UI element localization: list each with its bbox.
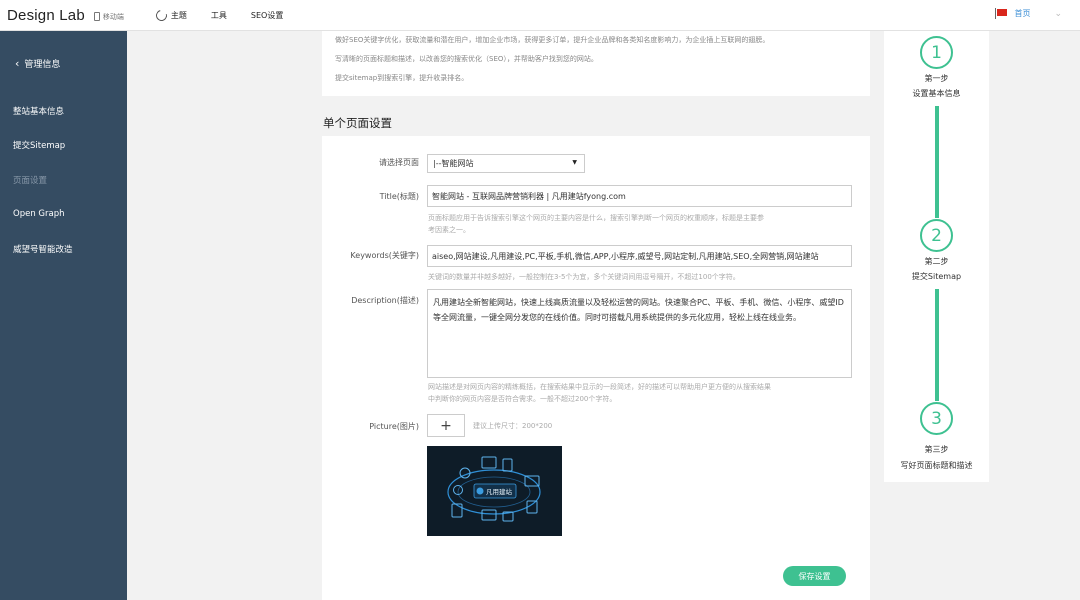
preview-logo-text: 凡用建站 xyxy=(486,487,513,496)
step-connector xyxy=(935,289,939,401)
description-hint: 网站描述是对网页内容的精练概括，在搜索结果中显示的一段简述，好的描述可以帮助用户… xyxy=(428,381,771,405)
step-1-title: 设置基本信息 xyxy=(912,89,961,98)
sidebar: ‹ 管理信息 整站基本信息 提交Sitemap 页面设置 Open Graph … xyxy=(0,31,127,600)
chevron-left-icon: ‹ xyxy=(15,57,20,70)
steps-panel: 1 第一步 设置基本信息 2 第二步 提交Sitemap 3 第三步 写好页面标… xyxy=(884,31,989,482)
sidebar-item-page-settings[interactable]: 页面设置 xyxy=(13,174,47,186)
step-2-label: 第二步 xyxy=(924,257,949,266)
step-1-circle: 1 xyxy=(920,36,953,69)
preview-illustration: 凡用建站 xyxy=(427,446,562,536)
description-hint-line: 网站描述是对网页内容的精练概括，在搜索结果中显示的一段简述，好的描述可以帮助用户… xyxy=(428,383,771,391)
description-hint-line: 中判断你的网页内容是否符合需求。一般不超过200个字符。 xyxy=(428,395,617,403)
back-to-manage[interactable]: ‹ 管理信息 xyxy=(15,57,60,70)
sidebar-item-site-info[interactable]: 整站基本信息 xyxy=(13,105,64,117)
picture-preview[interactable]: 凡用建站 xyxy=(427,446,562,536)
caret-down-icon: ▼ xyxy=(572,159,577,166)
home-link[interactable]: 首页 xyxy=(1014,8,1030,19)
step-connector xyxy=(935,106,939,218)
page-select[interactable]: |--智能网站 ▼ xyxy=(427,154,585,173)
nav-tools[interactable]: 工具 xyxy=(211,10,227,21)
title-input[interactable]: 智能网站 - 互联网品牌营销利器 | 凡用建站fyong.com xyxy=(427,185,852,207)
keywords-label: Keywords(关键字) xyxy=(350,251,419,260)
step-3-label: 第三步 xyxy=(924,445,949,454)
expand-icon[interactable]: ⌄ xyxy=(1054,9,1062,19)
select-page-label: 请选择页面 xyxy=(379,158,419,167)
add-picture-button[interactable]: + xyxy=(427,414,465,437)
top-bar: Design Lab 移动端 主题 工具 SEO设置 首页 ⌄ xyxy=(0,0,1080,31)
sidebar-item-open-graph[interactable]: Open Graph xyxy=(13,209,64,219)
mobile-label: 移动端 xyxy=(102,12,124,21)
logo[interactable]: Design Lab xyxy=(7,7,85,24)
keywords-input[interactable]: aiseo,网站建设,凡用建设,PC,平板,手机,微信,APP,小程序,威望号,… xyxy=(427,245,852,267)
top-right-actions: 首页 ⌄ xyxy=(995,8,1062,19)
picture-label: Picture(图片) xyxy=(369,422,419,431)
page-select-value: |--智能网站 xyxy=(433,159,474,168)
title-hint-line: 页面标题应用于告诉搜索引擎这个网页的主要内容是什么，搜索引擎判断一个网页的权重顺… xyxy=(428,214,764,222)
nav-theme[interactable]: 主题 xyxy=(153,7,187,23)
title-label: Title(标题) xyxy=(379,192,419,201)
flag-icon[interactable] xyxy=(995,8,1008,19)
sidebar-item-smart-transform[interactable]: 威望号智能改造 xyxy=(13,243,73,255)
theme-icon xyxy=(153,7,169,23)
step-2-title: 提交Sitemap xyxy=(911,272,962,281)
nav-tools-label: 工具 xyxy=(210,10,227,20)
step-3-circle: 3 xyxy=(920,402,953,435)
step-1-label: 第一步 xyxy=(924,74,949,83)
mobile-switch[interactable]: 移动端 xyxy=(93,12,124,22)
description-textarea[interactable]: 凡用建站全新智能网站，快速上线高质流量以及轻松运营的网站。快速聚合PC、平板、手… xyxy=(427,289,852,378)
nav-seo-settings[interactable]: SEO设置 xyxy=(251,10,283,21)
form-labels: 请选择页面 Title(标题) Keywords(关键字) Descriptio… xyxy=(322,0,419,600)
sidebar-item-sitemap[interactable]: 提交Sitemap xyxy=(13,139,65,151)
back-label: 管理信息 xyxy=(24,60,61,70)
phone-icon xyxy=(93,12,100,21)
title-hint-line: 考因素之一。 xyxy=(428,226,470,234)
top-nav: 主题 工具 SEO设置 xyxy=(153,7,307,23)
step-3-title: 写好页面标题和描述 xyxy=(900,461,973,470)
keywords-hint: 关键词的数量并非越多越好，一般控制在3-5个为宜，多个关键词间用逗号隔开，不超过… xyxy=(428,273,740,281)
picture-size-hint: 建议上传尺寸：200*200 xyxy=(473,422,553,430)
save-button[interactable]: 保存设置 xyxy=(783,566,846,586)
step-2-circle: 2 xyxy=(920,219,953,252)
nav-seo-label: SEO设置 xyxy=(250,10,284,20)
description-label: Description(描述) xyxy=(351,296,419,305)
nav-theme-label: 主题 xyxy=(170,10,187,20)
title-hint: 页面标题应用于告诉搜索引擎这个网页的主要内容是什么，搜索引擎判断一个网页的权重顺… xyxy=(428,212,764,236)
